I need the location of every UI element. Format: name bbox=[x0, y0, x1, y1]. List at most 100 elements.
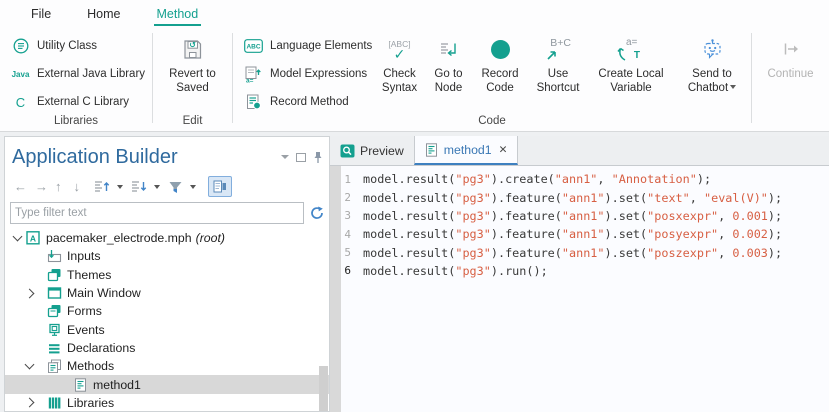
tree-item-forms[interactable]: Forms bbox=[5, 302, 329, 320]
move-up-button[interactable]: ↑ bbox=[55, 179, 62, 194]
model-expressions-label: Model Expressions bbox=[270, 68, 367, 80]
code-text: ).feature( bbox=[491, 246, 562, 260]
send-to-chatbot-button[interactable]: Send to Chatbot bbox=[673, 28, 751, 116]
external-c-library-button[interactable]: C External C Library bbox=[0, 88, 152, 116]
model-expressions-icon: a= bbox=[242, 66, 265, 83]
language-elements-icon: ABC bbox=[242, 39, 265, 53]
go-to-node-button[interactable]: Go to Node bbox=[424, 28, 473, 116]
section-label-edit: Edit bbox=[153, 115, 232, 127]
method-document-icon bbox=[73, 378, 88, 392]
record-code-button[interactable]: Record Code bbox=[473, 28, 527, 116]
model-expressions-button[interactable]: a= Model Expressions bbox=[233, 60, 375, 88]
filter-input[interactable] bbox=[10, 202, 304, 224]
tree-item-libraries[interactable]: Libraries bbox=[5, 394, 329, 412]
external-java-library-button[interactable]: Java External Java Library bbox=[0, 60, 152, 88]
expand-menu-chevron[interactable] bbox=[117, 185, 123, 189]
continue-label: Continue bbox=[767, 68, 813, 82]
tree-toolbar: ← → ↑ ↓ bbox=[5, 174, 329, 199]
tree-item-label: Main Window bbox=[67, 286, 141, 300]
tab-file[interactable]: File bbox=[28, 3, 54, 26]
tab-method1[interactable]: method1 ✕ bbox=[414, 136, 519, 165]
tree-item-root[interactable]: A pacemaker_electrode.mph (root) bbox=[5, 229, 329, 247]
code-text: ); bbox=[768, 246, 782, 260]
code-line[interactable]: 4model.result("pg3").feature("ann1").set… bbox=[330, 225, 829, 243]
refresh-button[interactable] bbox=[310, 206, 324, 220]
code-literal: 0.003 bbox=[732, 246, 768, 260]
editor-gutter bbox=[330, 166, 341, 412]
code-literal: "ann1" bbox=[562, 191, 605, 205]
section-libraries: Utility Class Java External Java Library… bbox=[0, 26, 152, 130]
record-method-label: Record Method bbox=[270, 96, 349, 108]
code-line[interactable]: 3model.result("pg3").feature("ann1").set… bbox=[330, 207, 829, 225]
expand-list-icon bbox=[94, 180, 110, 193]
tree-item-main-window[interactable]: Main Window bbox=[5, 284, 329, 302]
preview-icon bbox=[340, 144, 355, 158]
tree-item-themes[interactable]: Themes bbox=[5, 266, 329, 284]
svg-text:↺: ↺ bbox=[189, 40, 196, 49]
filter-funnel-icon bbox=[168, 180, 183, 194]
create-local-variable-label: Create Local Variable bbox=[592, 68, 670, 95]
section-label-libraries: Libraries bbox=[0, 115, 152, 127]
section-label-code: Code bbox=[233, 115, 751, 127]
code-literal: "pg3" bbox=[455, 264, 491, 278]
forms-icon bbox=[47, 304, 62, 318]
code-text: ); bbox=[768, 209, 782, 223]
section-edit: ↺ Revert to Saved Edit bbox=[153, 26, 232, 130]
tab-preview-label: Preview bbox=[360, 144, 404, 158]
tree-item-inputs[interactable]: Inputs bbox=[5, 247, 329, 265]
filter-menu-chevron[interactable] bbox=[190, 185, 196, 189]
use-shortcut-button[interactable]: B+C Use Shortcut bbox=[527, 28, 589, 116]
filter-button[interactable] bbox=[168, 180, 183, 194]
show-details-toggle[interactable] bbox=[208, 176, 232, 197]
collapse-button[interactable] bbox=[131, 180, 147, 193]
code-literal: "ann1" bbox=[562, 227, 605, 241]
revert-to-saved-button[interactable]: ↺ Revert to Saved bbox=[153, 28, 232, 95]
panel-float-button[interactable] bbox=[296, 153, 306, 162]
create-local-variable-button[interactable]: a=T Create Local Variable bbox=[589, 28, 673, 116]
collapse-menu-chevron[interactable] bbox=[154, 185, 160, 189]
code-line[interactable]: 6model.result("pg3").run(); bbox=[330, 262, 829, 280]
code-line[interactable]: 2model.result("pg3").feature("ann1").set… bbox=[330, 188, 829, 206]
tree-item-declarations[interactable]: Declarations bbox=[5, 339, 329, 357]
code-text: model.result( bbox=[363, 209, 455, 223]
utility-class-button[interactable]: Utility Class bbox=[0, 32, 152, 60]
code-text: ).set( bbox=[605, 227, 648, 241]
chevron-down-icon bbox=[281, 155, 289, 159]
code-editor[interactable]: 1model.result("pg3").create("ann1", "Ann… bbox=[330, 166, 829, 412]
details-icon bbox=[213, 180, 227, 193]
record-method-button[interactable]: Record Method bbox=[233, 88, 375, 116]
code-text: model.result( bbox=[363, 191, 455, 205]
tab-method[interactable]: Method bbox=[154, 3, 202, 26]
code-text: ); bbox=[768, 191, 782, 205]
check-syntax-button[interactable]: [ABC]✓ Check Syntax bbox=[375, 28, 424, 116]
nav-forward-button[interactable]: → bbox=[34, 179, 49, 194]
method-document-icon bbox=[425, 143, 439, 157]
refresh-icon bbox=[310, 206, 324, 220]
tree-item-root-suffix: (root) bbox=[196, 231, 225, 245]
close-icon[interactable]: ✕ bbox=[499, 144, 508, 156]
code-line[interactable]: 1model.result("pg3").create("ann1", "Ann… bbox=[330, 170, 829, 188]
code-text: ).set( bbox=[605, 209, 648, 223]
tab-preview[interactable]: Preview bbox=[330, 136, 414, 165]
code-line[interactable]: 5model.result("pg3").feature("ann1").set… bbox=[330, 243, 829, 261]
move-down-button[interactable]: ↓ bbox=[74, 179, 81, 194]
tree-item-method1[interactable]: method1 bbox=[5, 375, 329, 393]
continue-button[interactable]: Continue bbox=[755, 28, 827, 82]
tree-item-methods[interactable]: Methods bbox=[5, 357, 329, 375]
chevron-down-icon bbox=[730, 85, 736, 89]
code-literal: "posxexpr" bbox=[647, 209, 718, 223]
expand-button[interactable] bbox=[94, 180, 110, 193]
tree-item-events[interactable]: Events bbox=[5, 320, 329, 338]
code-literal: "ann1" bbox=[562, 209, 605, 223]
chevron-expanded-icon bbox=[25, 360, 35, 370]
tab-method1-label: method1 bbox=[444, 143, 492, 157]
panel-pin-button[interactable] bbox=[313, 151, 323, 164]
tree-scrollbar-thumb[interactable] bbox=[319, 366, 328, 411]
external-c-library-label: External C Library bbox=[37, 96, 129, 108]
application-tree: A pacemaker_electrode.mph (root) Inputs … bbox=[5, 229, 329, 412]
nav-back-button[interactable]: ← bbox=[13, 179, 28, 194]
tab-home[interactable]: Home bbox=[84, 3, 123, 26]
language-elements-button[interactable]: ABC Language Elements bbox=[233, 32, 375, 60]
panel-menu-button[interactable] bbox=[281, 155, 289, 159]
code-literal: "ann1" bbox=[555, 172, 598, 186]
